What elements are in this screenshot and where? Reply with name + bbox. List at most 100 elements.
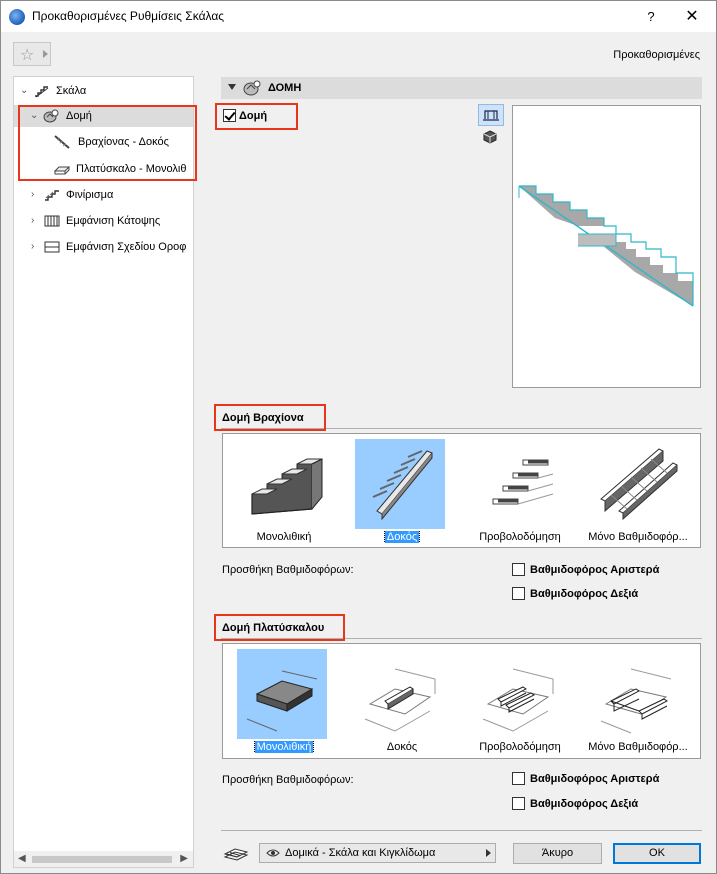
landing-structure-gallery: Μονολιθική Δοκός Προβολοδόμηση Μόνο Βαθμ… bbox=[222, 643, 701, 759]
tree-item-label: Εμφάνιση Σχεδίου Οροφ bbox=[66, 241, 187, 253]
flight-beam-icon bbox=[54, 135, 70, 149]
chevron-down-icon[interactable]: ⌄ bbox=[30, 110, 38, 121]
window-title: Προκαθορισμένες Ρυθμίσεις Σκάλας bbox=[32, 9, 225, 23]
chevron-right-icon[interactable]: › bbox=[31, 241, 34, 252]
chevron-right-icon bbox=[43, 50, 48, 58]
help-button[interactable]: ? bbox=[631, 5, 671, 29]
flight-type-cantilevered[interactable]: Προβολοδόμηση bbox=[461, 434, 579, 549]
landing-stringer-right-checkbox[interactable] bbox=[512, 797, 525, 810]
ceiling-plan-icon bbox=[44, 241, 60, 253]
structure-checkbox-label: Δομή bbox=[239, 110, 268, 122]
cancel-button[interactable]: Άκυρο bbox=[513, 843, 602, 864]
monolithic-stair-icon bbox=[251, 458, 323, 515]
floor-plan-icon bbox=[44, 215, 60, 227]
section-view-button[interactable] bbox=[478, 104, 504, 126]
close-button[interactable]: ✕ bbox=[672, 5, 712, 29]
layer-icon bbox=[223, 848, 249, 861]
stair-icon bbox=[35, 86, 49, 98]
flight-stringer-left-label: Βαθμιδοφόρος Αριστερά bbox=[530, 564, 660, 576]
stair-section-preview bbox=[518, 185, 694, 307]
structure-checkbox[interactable] bbox=[223, 109, 236, 122]
structure-preview bbox=[512, 105, 701, 388]
tree-item-finish[interactable]: › Φινίρισμα bbox=[14, 184, 193, 206]
flight-stringer-left-checkbox[interactable] bbox=[512, 563, 525, 576]
landing-icon bbox=[54, 166, 70, 175]
cantilevered-landing-icon bbox=[482, 668, 554, 732]
structure-section-header[interactable]: ΔΟΜΗ bbox=[221, 77, 702, 99]
title-bar: Προκαθορισμένες Ρυθμίσεις Σκάλας ? ✕ bbox=[1, 1, 716, 32]
landing-stringer-right-label: Βαθμιδοφόρος Δεξιά bbox=[530, 798, 639, 810]
flight-type-beam[interactable]: Δοκός bbox=[343, 434, 461, 549]
archicad-app-icon bbox=[9, 9, 25, 25]
tree-item-label: Εμφάνιση Κάτοψης bbox=[66, 215, 161, 227]
flight-type-label: Μόνο Βαθμιδοφόρ... bbox=[588, 531, 688, 543]
flight-type-label: Προβολοδόμηση bbox=[479, 531, 561, 543]
stringers-only-landing-icon bbox=[600, 668, 672, 734]
landing-type-stringers-only[interactable]: Μόνο Βαθμιδοφόρ... bbox=[579, 644, 697, 759]
landing-stringer-left-label: Βαθμιδοφόρος Αριστερά bbox=[530, 773, 660, 785]
tree-item-label: Σκάλα bbox=[56, 85, 87, 97]
landing-type-beam[interactable]: Δοκός bbox=[343, 644, 461, 759]
section-title: ΔΟΜΗ bbox=[268, 82, 302, 94]
preset-label: Προκαθορισμένες bbox=[613, 49, 700, 61]
tree-item-structure[interactable]: ⌄ Δομή bbox=[14, 105, 193, 127]
flight-stringer-right-checkbox[interactable] bbox=[512, 587, 525, 600]
structure-icon bbox=[43, 109, 59, 123]
tree-horizontal-scrollbar[interactable]: ◀ ▶ bbox=[14, 851, 193, 867]
collapse-triangle-icon[interactable] bbox=[228, 84, 236, 90]
flight-type-monolithic[interactable]: Μονολιθική bbox=[225, 434, 343, 549]
flight-type-label: Μονολιθική bbox=[256, 531, 312, 543]
divider bbox=[221, 428, 702, 429]
flight-structure-gallery: Μονολιθική Δοκός Προβολοδόμηση Μόνο Βαθμ… bbox=[222, 433, 701, 548]
scroll-left-icon[interactable]: ◀ bbox=[18, 853, 26, 864]
landing-type-label: Μόνο Βαθμιδοφόρ... bbox=[588, 741, 688, 753]
tree-item-ceiling-plan-display[interactable]: › Εμφάνιση Σχεδίου Οροφ bbox=[14, 236, 193, 258]
tree-item-flight-beam[interactable]: Βραχίονας - Δοκός bbox=[14, 131, 193, 153]
tree-item-label: Φινίρισμα bbox=[66, 189, 114, 201]
flight-type-label: Δοκός bbox=[383, 531, 421, 543]
cantilevered-stair-icon bbox=[492, 459, 554, 505]
beam-landing-icon bbox=[364, 668, 436, 732]
settings-tree: ⌄ Σκάλα ⌄ Δομή Βραχίονας - Δοκός Πλατύσκ… bbox=[13, 76, 194, 868]
beam-stair-icon bbox=[355, 439, 445, 529]
tree-item-label: Δομή bbox=[66, 110, 92, 122]
landing-type-label: Μονολιθική bbox=[253, 741, 315, 753]
footer-divider bbox=[221, 830, 702, 831]
flight-stringer-right-label: Βαθμιδοφόρος Δεξιά bbox=[530, 588, 639, 600]
tree-item-floor-plan-display[interactable]: › Εμφάνιση Κάτοψης bbox=[14, 210, 193, 232]
flight-type-stringers-only[interactable]: Μόνο Βαθμιδοφόρ... bbox=[579, 434, 697, 549]
layer-dropdown-value: Δομικά - Σκάλα και Κιγκλίδωμα bbox=[285, 847, 436, 859]
finish-icon bbox=[45, 190, 59, 201]
star-icon: ☆ bbox=[20, 47, 35, 64]
chevron-right-icon[interactable]: › bbox=[31, 189, 34, 200]
favorites-button[interactable]: ☆ bbox=[13, 42, 51, 66]
chevron-right-icon bbox=[486, 849, 491, 857]
layer-dropdown[interactable]: Δομικά - Σκάλα και Κιγκλίδωμα bbox=[259, 843, 496, 863]
flight-add-stringers-label: Προσθήκη Βαθμιδοφόρων: bbox=[222, 564, 354, 576]
section-view-icon bbox=[483, 110, 499, 121]
chevron-down-icon[interactable]: ⌄ bbox=[20, 85, 28, 96]
divider bbox=[221, 638, 702, 639]
landing-type-cantilevered[interactable]: Προβολοδόμηση bbox=[461, 644, 579, 759]
landing-type-label: Προβολοδόμηση bbox=[479, 741, 561, 753]
chevron-right-icon[interactable]: › bbox=[31, 215, 34, 226]
ok-button[interactable]: OK bbox=[613, 843, 701, 864]
landing-stringer-left-checkbox[interactable] bbox=[512, 772, 525, 785]
tree-item-stair[interactable]: ⌄ Σκάλα bbox=[14, 80, 193, 102]
structure-icon bbox=[243, 80, 261, 96]
scrollbar-thumb[interactable] bbox=[32, 856, 172, 863]
tree-item-label: Βραχίονας - Δοκός bbox=[78, 136, 169, 148]
monolithic-landing-icon bbox=[237, 649, 327, 739]
landing-add-stringers-label: Προσθήκη Βαθμιδοφόρων: bbox=[222, 774, 354, 786]
flight-structure-title: Δομή Βραχίονα bbox=[222, 412, 304, 424]
landing-type-monolithic[interactable]: Μονολιθική bbox=[225, 644, 343, 759]
eye-icon bbox=[266, 849, 280, 857]
stair-default-settings-dialog: Προκαθορισμένες Ρυθμίσεις Σκάλας ? ✕ ☆ Π… bbox=[0, 0, 717, 874]
landing-type-label: Δοκός bbox=[386, 741, 418, 753]
tree-item-landing-monolithic[interactable]: Πλατύσκαλο - Μονολιθ bbox=[14, 158, 193, 180]
stringers-only-stair-icon bbox=[600, 448, 678, 521]
scroll-right-icon[interactable]: ▶ bbox=[180, 853, 188, 864]
tree-item-label: Πλατύσκαλο - Μονολιθ bbox=[76, 163, 187, 175]
3d-view-button[interactable] bbox=[478, 127, 504, 149]
landing-structure-title: Δομή Πλατύσκαλου bbox=[222, 622, 325, 634]
